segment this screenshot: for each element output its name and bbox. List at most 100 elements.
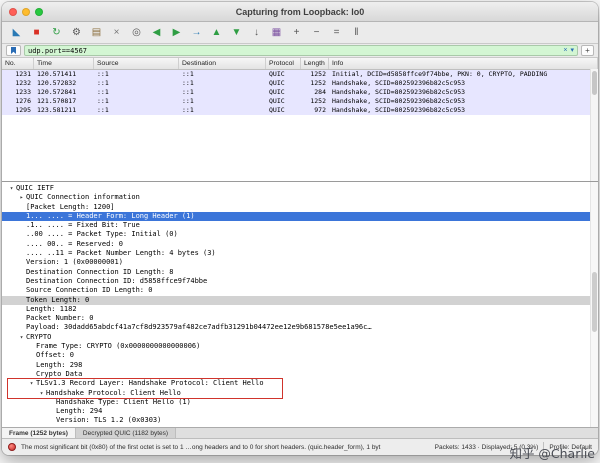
zoom-in-icon[interactable]: + bbox=[287, 24, 306, 41]
next-packet-icon[interactable]: ▶ bbox=[167, 24, 186, 41]
detail-line[interactable]: Payload: 30dadd65abdcf41a7cf8d923579af48… bbox=[2, 323, 598, 332]
cell-no: 1276 bbox=[15, 97, 31, 105]
detail-line[interactable]: ▾ Handshake Protocol: Client Hello bbox=[2, 389, 598, 398]
open-file-icon[interactable]: ▤ bbox=[87, 24, 106, 41]
last-packet-icon[interactable]: ▼ bbox=[227, 24, 246, 41]
column-header[interactable]: Info bbox=[329, 58, 598, 69]
zoom-reset-icon[interactable]: = bbox=[327, 24, 346, 41]
detail-line[interactable]: ▾ CRYPTO bbox=[2, 333, 598, 342]
detail-line[interactable]: Version: TLS 1.2 (0x0303) bbox=[2, 416, 598, 425]
collapse-icon[interactable]: ▾ bbox=[17, 333, 26, 342]
detail-line[interactable]: Version: 1 (0x00000001) bbox=[2, 258, 598, 267]
detail-line[interactable]: 1... .... = Header Form: Long Header (1) bbox=[2, 211, 598, 222]
expert-info-icon[interactable] bbox=[8, 443, 16, 451]
filter-input[interactable]: udp.port==4567 × ▾ bbox=[24, 45, 578, 56]
capture-restart-icon[interactable]: ↻ bbox=[47, 24, 66, 41]
detail-line[interactable]: Length: 298 bbox=[2, 361, 598, 370]
autoscroll-icon[interactable]: ↓ bbox=[247, 24, 266, 41]
close-window-button[interactable] bbox=[9, 7, 17, 16]
detail-line[interactable]: Destination Connection ID Length: 8 bbox=[2, 268, 598, 277]
cell-info: Handshake, SCID=802592396b82c5c953 bbox=[332, 97, 466, 105]
detail-line[interactable]: ..00 .... = Packet Type: Initial (0) bbox=[2, 230, 598, 239]
capture-stop-icon[interactable]: ■ bbox=[27, 24, 46, 41]
detail-line[interactable]: .1.. .... = Fixed Bit: True bbox=[2, 221, 598, 230]
detail-scrollbar[interactable] bbox=[590, 182, 598, 427]
packet-row[interactable]: 1232 120.572832::1::1 QUIC 1252 Handshake, S… bbox=[2, 79, 598, 88]
scrollbar-thumb[interactable] bbox=[592, 71, 597, 95]
detail-line[interactable]: Length: 294 bbox=[2, 407, 598, 416]
packet-row[interactable]: 1233 120.572841::1::1 QUIC 284 Handshake, SC… bbox=[2, 88, 598, 97]
column-header[interactable]: Destination bbox=[179, 58, 266, 69]
packet-row[interactable]: 1276 121.570817::1::1 QUIC 1252 Handshake, S… bbox=[2, 97, 598, 106]
find-packet-icon[interactable]: ◎ bbox=[127, 24, 146, 41]
detail-line[interactable]: Offset: 0 bbox=[2, 351, 598, 360]
detail-line[interactable]: Crypto Data bbox=[2, 370, 598, 379]
first-packet-icon[interactable]: ▲ bbox=[207, 24, 226, 41]
detail-line[interactable]: ▸ QUIC Connection information bbox=[2, 193, 598, 202]
packet-row[interactable]: 1231 120.571411::1::1 QUIC 1252 Initial, DCI… bbox=[2, 70, 598, 79]
packet-detail-pane: ▾ QUIC IETF ▸ QUIC Connection information [P… bbox=[2, 181, 598, 427]
filter-bar: udp.port==4567 × ▾ + bbox=[2, 44, 598, 58]
capture-start-icon[interactable]: ◣ bbox=[7, 24, 26, 41]
resize-columns-icon[interactable]: ‖ bbox=[347, 24, 366, 41]
collapse-icon[interactable]: ▾ bbox=[37, 389, 46, 398]
watermark: 知乎 @Charlie bbox=[509, 446, 595, 461]
detail-line[interactable]: ▾ TLSv1.3 Record Layer: Handshake Protoco… bbox=[2, 379, 598, 388]
detail-line[interactable]: Source Connection ID Length: 0 bbox=[2, 286, 598, 295]
detail-text: Length: 298 bbox=[36, 360, 83, 369]
minimize-window-button[interactable] bbox=[22, 7, 30, 16]
collapse-icon[interactable]: ▾ bbox=[27, 379, 36, 388]
column-header[interactable]: No. bbox=[2, 58, 34, 69]
detail-text: Source Connection ID Length: 0 bbox=[26, 286, 153, 295]
add-filter-button[interactable]: + bbox=[581, 45, 594, 56]
filter-dropdown-icon[interactable]: ▾ bbox=[570, 47, 574, 54]
detail-text: Crypto Data bbox=[36, 369, 83, 378]
previous-packet-icon[interactable]: ◀ bbox=[147, 24, 166, 41]
filter-bookmark-button[interactable] bbox=[6, 45, 21, 56]
collapse-icon[interactable]: ▾ bbox=[7, 184, 16, 193]
detail-line[interactable]: [Packet Length: 1200] bbox=[2, 203, 598, 212]
cell-no: 1295 bbox=[15, 106, 31, 114]
detail-text: Frame Type: CRYPTO (0x0000000000000006) bbox=[36, 342, 201, 351]
zoom-window-button[interactable] bbox=[35, 7, 43, 16]
detail-line[interactable]: Frame Type: CRYPTO (0x0000000000000006) bbox=[2, 342, 598, 351]
detail-text: 1... .... = Header Form: Long Header (1) bbox=[26, 211, 195, 220]
detail-line[interactable]: Destination Connection ID: d5858ffce9f74… bbox=[2, 277, 598, 286]
column-header[interactable]: Length bbox=[301, 58, 329, 69]
expand-icon[interactable]: ▸ bbox=[17, 193, 26, 202]
detail-line[interactable]: Handshake Type: Client Hello (1) bbox=[2, 398, 598, 407]
clear-filter-icon[interactable]: × bbox=[563, 47, 567, 54]
detail-line[interactable]: .... ..11 = Packet Number Length: 4 byte… bbox=[2, 249, 598, 258]
detail-text: Version: 1 (0x00000001) bbox=[26, 258, 123, 267]
detail-text: .... 00.. = Reserved: 0 bbox=[26, 239, 123, 248]
cell-protocol: QUIC bbox=[269, 79, 285, 87]
colorize-icon[interactable]: ▦ bbox=[267, 24, 286, 41]
detail-line[interactable]: Token Length: 0 bbox=[2, 295, 598, 305]
status-message: The most significant bit (0x80) of the f… bbox=[21, 443, 381, 451]
capture-options-icon[interactable]: ⚙ bbox=[67, 24, 86, 41]
byte-tab[interactable]: Frame (1252 bytes) bbox=[2, 428, 76, 438]
detail-line[interactable]: Packet Number: 0 bbox=[2, 314, 598, 323]
column-header[interactable]: Protocol bbox=[266, 58, 301, 69]
detail-line[interactable]: ▾ QUIC IETF bbox=[2, 184, 598, 193]
packet-row[interactable]: 1295 123.581211::1::1 QUIC 972 Handshake, SC… bbox=[2, 106, 598, 115]
packet-list-scrollbar[interactable] bbox=[590, 69, 598, 181]
cell-info: Initial, DCID=d5858ffce9f74bbe, PKN: 0, … bbox=[332, 70, 548, 78]
column-header[interactable]: Source bbox=[94, 58, 179, 69]
detail-text: Destination Connection ID: d5858ffce9f74… bbox=[26, 276, 208, 285]
detail-scrollbar-thumb[interactable] bbox=[592, 272, 597, 332]
cell-length: 1252 bbox=[310, 70, 326, 78]
goto-packet-icon[interactable]: → bbox=[187, 24, 206, 41]
detail-text: Length: 1182 bbox=[26, 304, 77, 313]
byte-tab[interactable]: Decrypted QUIC (1182 bytes) bbox=[75, 428, 177, 438]
zoom-out-icon[interactable]: − bbox=[307, 24, 326, 41]
detail-line[interactable]: .... 00.. = Reserved: 0 bbox=[2, 240, 598, 249]
close-file-icon[interactable]: × bbox=[107, 24, 126, 41]
column-header[interactable]: Time bbox=[34, 58, 94, 69]
detail-line[interactable]: Length: 1182 bbox=[2, 305, 598, 314]
